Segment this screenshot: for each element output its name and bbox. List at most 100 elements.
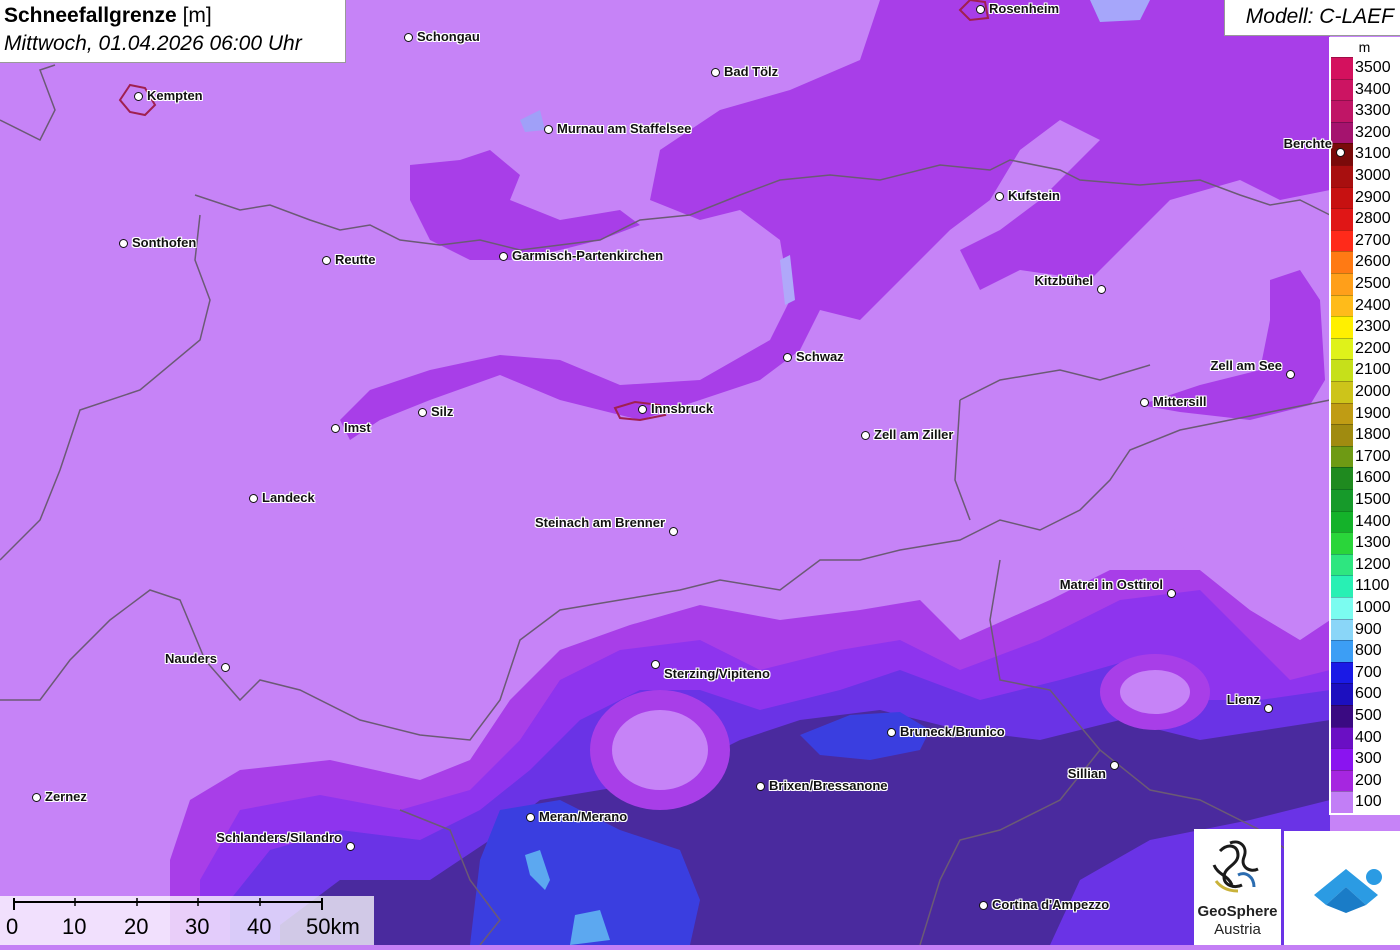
scale-tick-40: 40	[247, 914, 272, 939]
legend-swatch	[1331, 100, 1353, 123]
city-marker[interactable]	[543, 124, 553, 134]
city-label[interactable]: Sterzing/Vipiteno	[664, 666, 770, 681]
city-marker[interactable]	[118, 238, 128, 248]
city-label[interactable]: Schwaz	[796, 349, 844, 364]
city-label[interactable]: Kitzbühel	[1035, 273, 1094, 288]
city-marker[interactable]	[637, 404, 647, 414]
city-marker[interactable]	[220, 662, 230, 672]
legend-swatch	[1331, 402, 1353, 425]
city-label[interactable]: Rosenheim	[989, 1, 1059, 16]
legend-label: 2400	[1355, 296, 1391, 314]
city-label[interactable]: Brixen/Bressanone	[769, 778, 888, 793]
city-marker[interactable]	[1109, 760, 1119, 770]
contour-100-hole-lienz	[1120, 670, 1190, 714]
city-marker[interactable]	[403, 32, 413, 42]
legend-label: 400	[1355, 728, 1382, 746]
map-title: Schneefallgrenze [m]	[4, 2, 341, 29]
city-label[interactable]: Zell am See	[1210, 358, 1282, 373]
scale-tick-10: 10	[62, 914, 87, 939]
city-label[interactable]: Cortina d'Ampezzo	[992, 897, 1109, 912]
city-marker[interactable]	[321, 255, 331, 265]
legend-label: 1200	[1355, 555, 1391, 573]
city-marker[interactable]	[1263, 703, 1273, 713]
legend-swatch	[1331, 489, 1353, 511]
city-marker[interactable]	[886, 727, 896, 737]
city-label[interactable]: Lienz	[1227, 692, 1260, 707]
city-marker[interactable]	[31, 792, 41, 802]
city-label[interactable]: Garmisch-Partenkirchen	[512, 248, 663, 263]
legend-label: 3500	[1355, 59, 1391, 76]
city-label[interactable]: Schlanders/Silandro	[216, 830, 342, 845]
city-label[interactable]: Nauders	[165, 651, 217, 666]
geosphere-logo[interactable]: GeoSphere Austria	[1194, 829, 1281, 945]
city-label[interactable]: Zernez	[45, 789, 87, 804]
map-title-box: Schneefallgrenze [m] Mittwoch, 01.04.202…	[0, 0, 346, 63]
legend-label: 3400	[1355, 80, 1391, 98]
city-label[interactable]: Bad Tölz	[724, 64, 778, 79]
city-label[interactable]: Murnau am Staffelsee	[557, 121, 691, 136]
contour-100-hole-sterzing	[612, 710, 708, 790]
legend-label: 2600	[1355, 253, 1391, 271]
legend-swatch	[1331, 57, 1353, 79]
city-marker[interactable]	[710, 67, 720, 77]
legend-swatch	[1331, 683, 1353, 706]
city-marker[interactable]	[782, 352, 792, 362]
legend-swatch	[1331, 121, 1353, 144]
city-marker[interactable]	[248, 493, 258, 503]
city-marker[interactable]	[1335, 147, 1345, 157]
snowfall-map[interactable]	[0, 0, 1400, 945]
city-marker[interactable]	[1096, 284, 1106, 294]
city-marker[interactable]	[1166, 588, 1176, 598]
legend-label: 2800	[1355, 210, 1391, 228]
city-marker[interactable]	[650, 659, 660, 669]
weather-app-icon[interactable]	[1284, 831, 1400, 945]
legend-label: 3100	[1355, 145, 1391, 163]
city-marker[interactable]	[525, 812, 535, 822]
city-label[interactable]: Kufstein	[1008, 188, 1060, 203]
city-marker[interactable]	[330, 423, 340, 433]
geosphere-logo-name: GeoSphere	[1197, 903, 1278, 920]
city-label[interactable]: Schongau	[417, 29, 480, 44]
city-marker[interactable]	[498, 251, 508, 261]
legend-label: 1700	[1355, 447, 1391, 465]
city-marker[interactable]	[975, 4, 985, 14]
city-marker[interactable]	[1285, 369, 1295, 379]
legend-swatch	[1331, 359, 1353, 382]
legend-label: 2300	[1355, 318, 1391, 336]
city-label[interactable]: Kempten	[147, 88, 203, 103]
city-marker[interactable]	[133, 91, 143, 101]
city-label[interactable]: Sonthofen	[132, 235, 196, 250]
city-label[interactable]: Steinach am Brenner	[535, 515, 665, 530]
legend-swatch	[1331, 337, 1353, 360]
city-marker[interactable]	[860, 430, 870, 440]
city-marker[interactable]	[668, 526, 678, 536]
city-label[interactable]: Mittersill	[1153, 394, 1206, 409]
city-label[interactable]: Meran/Merano	[539, 809, 627, 824]
city-marker[interactable]	[755, 781, 765, 791]
city-label[interactable]: Berchte	[1284, 136, 1332, 151]
legend-swatch	[1331, 575, 1353, 598]
city-label[interactable]: Innsbruck	[651, 401, 713, 416]
legend-swatch	[1331, 532, 1353, 555]
city-label[interactable]: Reutte	[335, 252, 375, 267]
scale-tick-50km: 50km	[306, 914, 360, 939]
city-marker[interactable]	[978, 900, 988, 910]
city-marker[interactable]	[994, 191, 1004, 201]
legend-label: 200	[1355, 771, 1382, 789]
city-label[interactable]: Landeck	[262, 490, 315, 505]
city-label[interactable]: Bruneck/Brunico	[900, 724, 1005, 739]
scale-tick-30: 30	[185, 914, 210, 939]
city-label[interactable]: Sillian	[1068, 766, 1106, 781]
city-label[interactable]: Zell am Ziller	[874, 427, 953, 442]
city-marker[interactable]	[1139, 397, 1149, 407]
city-label[interactable]: Matrei in Osttirol	[1060, 577, 1163, 592]
city-label[interactable]: Silz	[431, 404, 453, 419]
legend-swatch	[1331, 748, 1353, 771]
legend-swatch	[1331, 769, 1353, 792]
city-marker[interactable]	[417, 407, 427, 417]
geosphere-logo-country: Austria	[1214, 921, 1261, 938]
legend-label: 2100	[1355, 361, 1391, 379]
legend-swatch	[1331, 726, 1353, 749]
city-label[interactable]: Imst	[344, 420, 371, 435]
city-marker[interactable]	[345, 841, 355, 851]
